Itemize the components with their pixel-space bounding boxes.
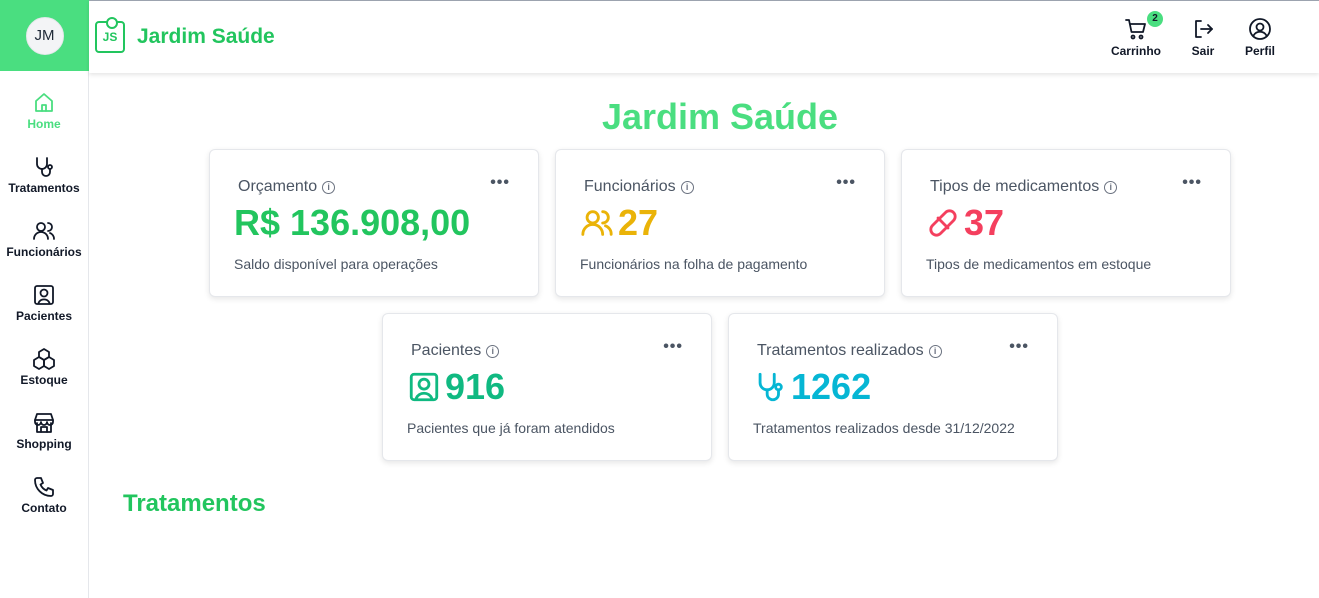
cart-button[interactable]: 2 Carrinho xyxy=(1110,10,1163,58)
sidebar-item-shopping[interactable]: Shopping xyxy=(0,411,89,475)
employees-card: Funcionários i ••• 27 Funcionários na fol… xyxy=(555,149,885,297)
sidebar-item-label: Shopping xyxy=(16,437,72,451)
card-title: Pacientes i xyxy=(411,342,500,360)
more-options-button[interactable]: ••• xyxy=(836,174,856,192)
card-value: 916 xyxy=(407,366,505,408)
avatar-block: JM xyxy=(0,0,89,71)
profile-label: Perfil xyxy=(1244,43,1275,58)
profile-button[interactable]: Perfil xyxy=(1245,17,1275,58)
cart-icon xyxy=(1125,18,1146,39)
user-circle-icon xyxy=(1249,17,1271,40)
patient-icon xyxy=(34,285,54,305)
sidebar: JM Home Tratamentos Funcionários Pacient… xyxy=(0,0,89,598)
card-description: Tipos de medicamentos em estoque xyxy=(926,256,1152,272)
card-value: 37 xyxy=(926,202,1004,244)
home-icon xyxy=(35,93,53,112)
card-value: 27 xyxy=(580,202,658,244)
card-value-text: 27 xyxy=(618,202,659,243)
pill-icon xyxy=(929,209,957,237)
card-title: Tratamentos realizados i xyxy=(757,342,942,360)
logout-icon xyxy=(1195,19,1213,38)
card-title: Tipos de medicamentos i xyxy=(930,178,1118,196)
medicine-types-card: Tipos de medicamentos i ••• 37 Tipos de m… xyxy=(901,149,1231,297)
card-value: 1262 xyxy=(753,366,871,408)
info-icon[interactable]: i xyxy=(1104,180,1118,194)
budget-card: Orçamento i ••• R$ 136.908,00 Saldo dispo… xyxy=(209,149,539,297)
logout-button[interactable]: Sair xyxy=(1191,17,1215,58)
treatments-card: Tratamentos realizados i ••• 1262 Tratame… xyxy=(728,313,1058,461)
users-icon xyxy=(581,210,613,236)
cart-label: Carrinho xyxy=(1110,43,1161,58)
sidebar-item-tratamentos[interactable]: Tratamentos xyxy=(0,155,89,219)
sidebar-item-estoque[interactable]: Estoque xyxy=(0,347,89,411)
more-options-button[interactable]: ••• xyxy=(1182,174,1202,192)
card-value-text: 37 xyxy=(964,202,1005,243)
sidebar-item-label: Tratamentos xyxy=(8,181,80,195)
stethoscope-icon xyxy=(36,157,53,177)
card-description: Funcionários na folha de pagamento xyxy=(580,256,808,272)
card-description: Saldo disponível para operações xyxy=(234,256,438,272)
info-icon[interactable]: i xyxy=(486,344,500,358)
header-actions: 2 Carrinho Sair Perfil xyxy=(1111,1,1319,73)
card-description: Tratamentos realizados desde 31/12/2022 xyxy=(753,420,1015,436)
card-title-text: Pacientes xyxy=(411,342,482,359)
sidebar-item-contato[interactable]: Contato xyxy=(0,475,89,539)
info-icon[interactable]: i xyxy=(322,180,336,194)
sidebar-item-label: Contato xyxy=(21,501,67,515)
sidebar-nav: Home Tratamentos Funcionários Pacientes … xyxy=(0,71,88,539)
more-options-button[interactable]: ••• xyxy=(663,338,683,356)
sidebar-item-label: Home xyxy=(27,117,61,131)
users-icon xyxy=(33,222,55,240)
store-icon xyxy=(34,413,54,433)
avatar[interactable]: JM xyxy=(25,16,64,55)
section-title-treatments: Tratamentos xyxy=(123,490,266,517)
sidebar-item-label: Pacientes xyxy=(15,309,73,323)
cart-count-badge: 2 xyxy=(1146,10,1163,27)
more-options-button[interactable]: ••• xyxy=(1009,338,1029,356)
card-value-text: 1262 xyxy=(791,366,872,407)
brand-name[interactable]: Jardim Saúde xyxy=(137,25,275,49)
sidebar-item-label: Funcionários xyxy=(6,245,82,259)
card-value-text: 916 xyxy=(445,366,506,407)
stethoscope-icon xyxy=(758,372,783,402)
phone-icon xyxy=(34,477,54,497)
brand-logo[interactable]: JS xyxy=(95,17,125,53)
sidebar-item-funcionarios[interactable]: Funcionários xyxy=(0,219,89,283)
card-title-text: Tipos de medicamentos xyxy=(930,178,1100,195)
card-title-text: Tratamentos realizados xyxy=(757,342,924,359)
boxes-icon xyxy=(33,348,55,370)
card-title: Funcionários i xyxy=(584,178,694,196)
patients-card: Pacientes i ••• 916 Pacientes que já fora… xyxy=(382,313,712,461)
more-options-button[interactable]: ••• xyxy=(490,174,510,192)
top-header: JS Jardim Saúde 2 Carrinho Sair Perfil xyxy=(89,0,1319,73)
patient-icon xyxy=(409,372,439,402)
info-icon[interactable]: i xyxy=(680,180,694,194)
sidebar-item-label: Estoque xyxy=(20,373,68,387)
logout-label: Sair xyxy=(1191,43,1215,58)
card-value: R$ 136.908,00 xyxy=(234,202,470,244)
sidebar-item-pacientes[interactable]: Pacientes xyxy=(0,283,89,347)
card-description: Pacientes que já foram atendidos xyxy=(407,420,615,436)
logo-text: JS xyxy=(102,30,118,44)
card-title: Orçamento i xyxy=(238,178,336,196)
info-icon[interactable]: i xyxy=(928,344,942,358)
sidebar-item-home[interactable]: Home xyxy=(0,91,89,155)
card-value-text: R$ 136.908,00 xyxy=(234,202,471,243)
page-title: Jardim Saúde xyxy=(601,96,839,137)
card-title-text: Orçamento xyxy=(238,178,318,195)
card-title-text: Funcionários xyxy=(584,178,676,195)
